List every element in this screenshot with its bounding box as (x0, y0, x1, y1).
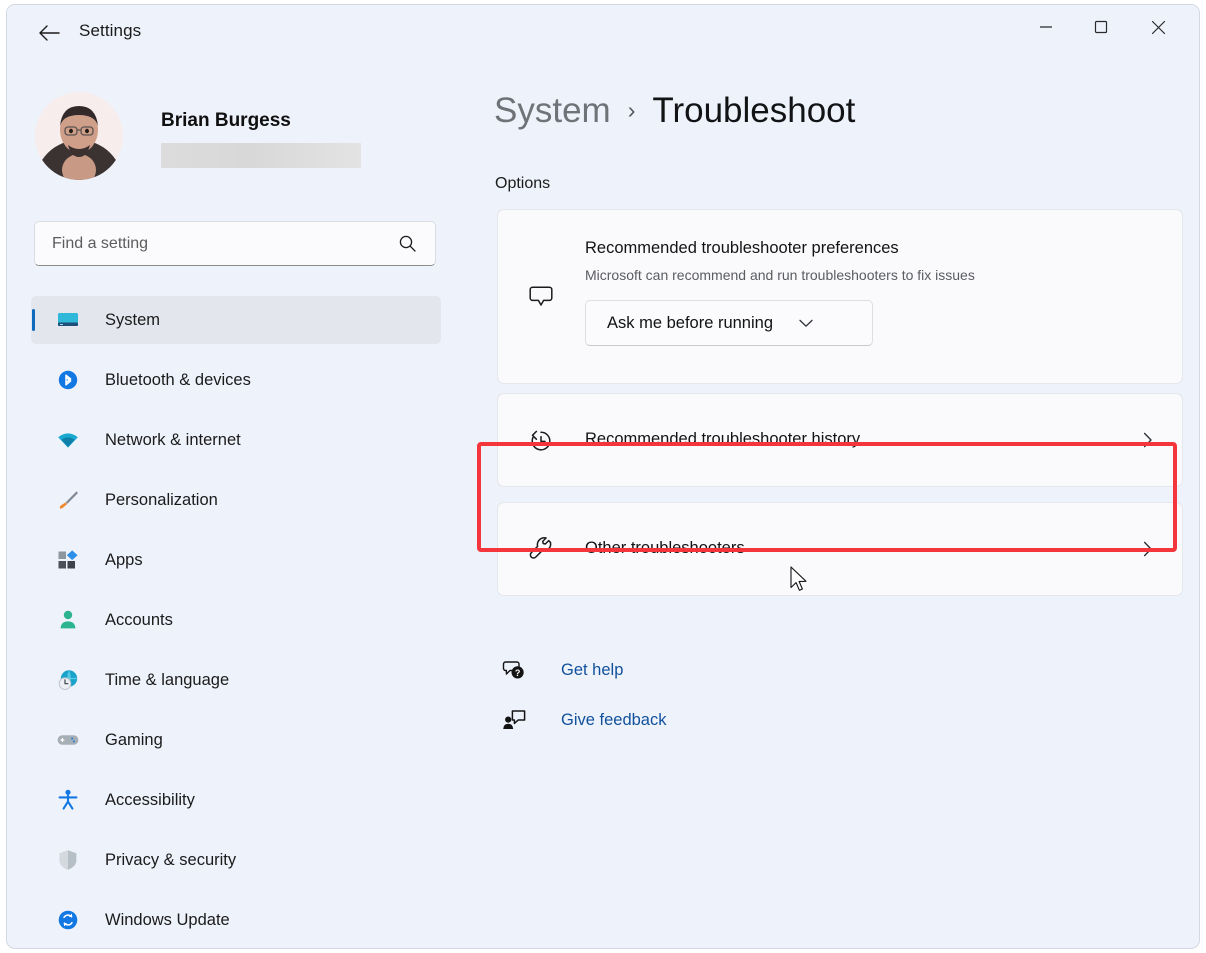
get-help-link[interactable]: ? Get help (497, 655, 623, 685)
search-icon (398, 234, 417, 253)
sidebar-item-gaming[interactable]: Gaming (31, 716, 441, 764)
profile-email-redacted (161, 143, 361, 168)
help-bubble-icon: ? (497, 657, 531, 683)
feedback-person-icon (497, 707, 531, 733)
sidebar-item-time-language[interactable]: Time & language (31, 656, 441, 704)
sidebar-item-label: Network & internet (105, 431, 241, 450)
avatar-photo (35, 92, 123, 180)
sidebar-item-label: Gaming (105, 731, 163, 750)
selection-indicator (32, 309, 35, 331)
sidebar-item-accessibility[interactable]: Accessibility (31, 776, 441, 824)
sidebar-item-bluetooth-devices[interactable]: Bluetooth & devices (31, 356, 441, 404)
sidebar-item-label: Accounts (105, 611, 173, 630)
chevron-down-icon (799, 319, 813, 328)
link-label: Give feedback (561, 711, 666, 730)
nav-list: System Bluetooth & devices (31, 296, 441, 949)
history-clock-icon (521, 421, 561, 461)
update-icon (53, 905, 83, 935)
title-bar: Settings (7, 5, 1199, 61)
main-content: System › Troubleshoot Options Recommende… (467, 61, 1200, 949)
minimize-icon (1039, 20, 1053, 34)
give-feedback-link[interactable]: Give feedback (497, 705, 666, 735)
apps-icon (53, 545, 83, 575)
link-label: Get help (561, 661, 623, 680)
sidebar-item-label: Privacy & security (105, 851, 236, 870)
sidebar-item-label: Accessibility (105, 791, 195, 810)
sidebar-item-apps[interactable]: Apps (31, 536, 441, 584)
sidebar-item-label: Personalization (105, 491, 218, 510)
breadcrumb: System › Troubleshoot (494, 91, 855, 131)
sidebar-item-label: Time & language (105, 671, 229, 690)
shield-icon (53, 845, 83, 875)
person-icon (53, 605, 83, 635)
card-subtitle: Microsoft can recommend and run troubles… (585, 267, 975, 283)
recommended-troubleshooter-preferences-dropdown[interactable]: Ask me before running (585, 300, 873, 346)
breadcrumb-parent-link[interactable]: System (494, 91, 611, 131)
card-title: Recommended troubleshooter preferences (585, 239, 899, 258)
section-label-options: Options (495, 175, 550, 193)
gamepad-icon (53, 725, 83, 755)
sidebar-item-privacy-security[interactable]: Privacy & security (31, 836, 441, 884)
sidebar-item-label: Windows Update (105, 911, 230, 930)
app-title: Settings (79, 21, 141, 41)
minimize-button[interactable] (1022, 5, 1070, 49)
card-other-troubleshooters[interactable]: Other troubleshooters (497, 502, 1183, 596)
sidebar-item-system[interactable]: System (31, 296, 441, 344)
wrench-icon (521, 530, 561, 570)
back-button[interactable] (31, 17, 67, 49)
sidebar-item-label: Bluetooth & devices (105, 371, 251, 390)
wifi-icon (53, 425, 83, 455)
accessibility-icon (53, 785, 83, 815)
dropdown-selected-value: Ask me before running (607, 314, 773, 333)
settings-window: Settings (6, 4, 1200, 949)
chevron-right-icon (1138, 430, 1158, 450)
sidebar-item-label: System (105, 311, 160, 330)
chevron-right-icon (1138, 539, 1158, 559)
search-input[interactable] (52, 235, 398, 253)
close-button[interactable] (1134, 5, 1182, 49)
close-icon (1151, 20, 1166, 35)
maximize-icon (1094, 20, 1108, 34)
profile-name: Brian Burgess (161, 110, 291, 132)
bluetooth-icon (53, 365, 83, 395)
sidebar-item-label: Apps (105, 551, 143, 570)
card-title: Other troubleshooters (585, 539, 745, 558)
monitor-icon (53, 305, 83, 335)
svg-text:?: ? (514, 668, 520, 678)
card-recommended-troubleshooter-preferences: Recommended troubleshooter preferences M… (497, 209, 1183, 384)
back-arrow-icon (38, 24, 60, 42)
sidebar-item-windows-update[interactable]: Windows Update (31, 896, 441, 944)
paintbrush-icon (53, 485, 83, 515)
card-recommended-troubleshooter-history[interactable]: Recommended troubleshooter history (497, 393, 1183, 487)
profile-block[interactable]: Brian Burgess (35, 92, 435, 184)
sidebar-item-network-internet[interactable]: Network & internet (31, 416, 441, 464)
sidebar-item-accounts[interactable]: Accounts (31, 596, 441, 644)
search-box[interactable] (34, 221, 436, 266)
speech-bubble-icon (521, 277, 561, 317)
clock-globe-icon (53, 665, 83, 695)
page-title: Troubleshoot (652, 91, 855, 131)
breadcrumb-separator-icon: › (628, 97, 636, 124)
maximize-button[interactable] (1077, 5, 1125, 49)
avatar (35, 92, 123, 180)
sidebar: Brian Burgess (7, 61, 467, 949)
card-title: Recommended troubleshooter history (585, 430, 860, 449)
sidebar-item-personalization[interactable]: Personalization (31, 476, 441, 524)
